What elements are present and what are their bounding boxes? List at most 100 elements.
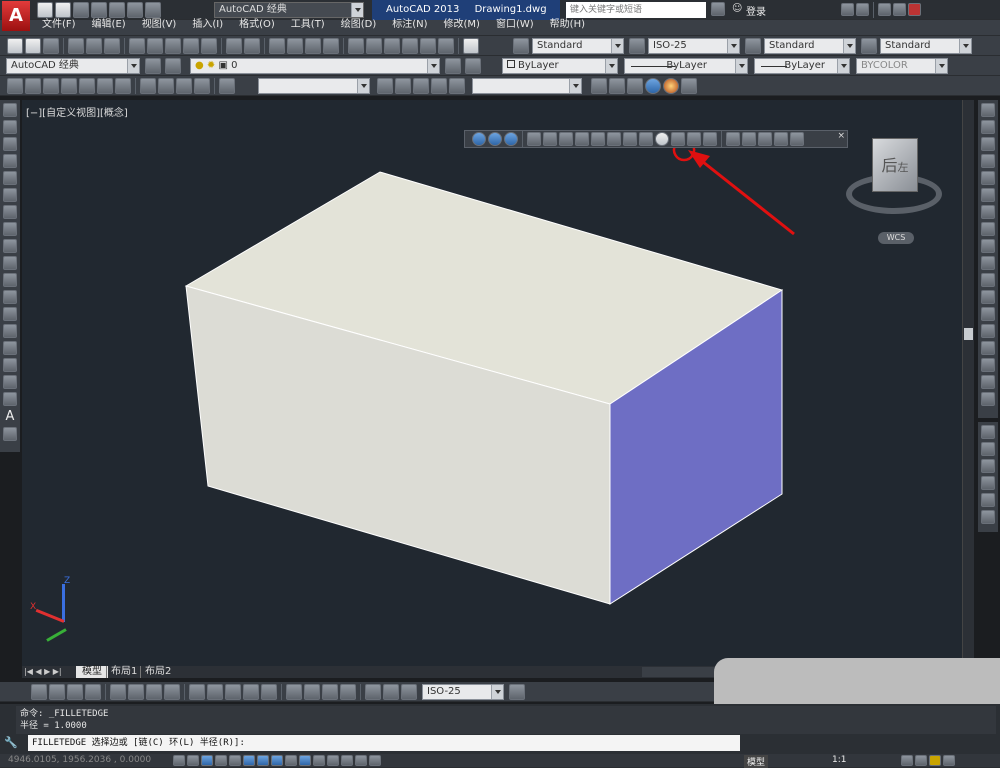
menu-window[interactable]: 窗口(W) xyxy=(488,14,542,36)
dim-style-select[interactable]: ISO-25 xyxy=(648,38,740,54)
check-icon[interactable] xyxy=(790,132,804,146)
layer-properties-icon[interactable] xyxy=(165,58,181,74)
extend-icon[interactable] xyxy=(981,273,995,287)
markup-icon[interactable] xyxy=(420,37,436,54)
dim-update-icon[interactable] xyxy=(401,683,417,700)
lineweight-select[interactable]: ByLayer xyxy=(754,58,850,74)
ducs-icon[interactable] xyxy=(285,755,297,766)
plotstyle-select[interactable]: BYCOLOR xyxy=(856,58,948,74)
login-link[interactable]: 登录 xyxy=(746,3,766,18)
fillet-edge-icon[interactable] xyxy=(655,132,669,146)
zoom-previous-icon[interactable] xyxy=(323,37,339,54)
table-icon[interactable] xyxy=(3,392,17,406)
viewcube[interactable]: 后左 WCS xyxy=(844,128,944,248)
block-editor-icon[interactable] xyxy=(201,37,217,54)
wcs-menu[interactable]: WCS xyxy=(878,232,914,244)
sc-icon[interactable] xyxy=(355,755,367,766)
tool-palettes-icon[interactable] xyxy=(384,37,400,54)
sw-iso-icon[interactable] xyxy=(140,77,156,94)
ortho-icon[interactable] xyxy=(215,755,227,766)
diameter-dim-icon[interactable] xyxy=(146,683,162,700)
drawing-area[interactable]: [−][自定义视图][概念] × 后左 WCS Z X xyxy=(22,100,962,666)
copy-object-icon[interactable] xyxy=(981,120,995,134)
hidden-icon[interactable] xyxy=(627,77,643,94)
menu-edit[interactable]: 编辑(E) xyxy=(84,14,134,36)
zoom-window-icon[interactable] xyxy=(305,37,321,54)
undo-tool-icon[interactable] xyxy=(226,37,242,54)
menu-insert[interactable]: 插入(I) xyxy=(184,14,231,36)
line-icon[interactable] xyxy=(3,103,17,117)
isolate-icon[interactable] xyxy=(929,755,941,766)
quick-dim-icon[interactable] xyxy=(189,683,205,700)
zoom-view-icon[interactable] xyxy=(395,77,411,94)
pan-icon[interactable] xyxy=(269,37,285,54)
left-view-icon[interactable] xyxy=(61,77,77,94)
lwt-icon[interactable] xyxy=(313,755,325,766)
close-icon[interactable] xyxy=(908,3,921,16)
tab-layout1[interactable]: 布局1 xyxy=(106,666,141,678)
qp-icon[interactable] xyxy=(341,755,353,766)
break-icon[interactable] xyxy=(981,307,995,321)
layer-select[interactable]: ● ✹ ▣ 0 xyxy=(190,58,440,74)
clean-screen-icon[interactable] xyxy=(943,755,955,766)
open-file-icon[interactable] xyxy=(25,37,41,54)
menu-modify[interactable]: 修改(M) xyxy=(436,14,488,36)
polyline-icon[interactable] xyxy=(3,137,17,151)
command-line-input[interactable]: FILLETEDGE 选择边或 [链(C) 环(L) 半径(R)]: xyxy=(28,735,740,751)
3d-osnap-icon[interactable] xyxy=(257,755,269,766)
minimize-icon[interactable] xyxy=(878,3,891,16)
cut-icon[interactable] xyxy=(129,37,145,54)
jogged-linear-icon[interactable] xyxy=(340,683,356,700)
otrack-icon[interactable] xyxy=(271,755,283,766)
properties-icon[interactable] xyxy=(348,37,364,54)
osnap-icon[interactable] xyxy=(243,755,255,766)
chamfer-edge-icon[interactable] xyxy=(671,132,685,146)
coordinate-readout[interactable]: 4946.0105, 1956.2036 , 0.0000 xyxy=(8,755,151,765)
copy-edges-icon[interactable] xyxy=(687,132,701,146)
table-style-select[interactable]: Standard xyxy=(764,38,856,54)
inspection-icon[interactable] xyxy=(322,683,338,700)
add-selected-icon[interactable] xyxy=(3,427,17,441)
join-icon[interactable] xyxy=(981,324,995,338)
insert-block-icon[interactable] xyxy=(3,290,17,304)
help-icon[interactable] xyxy=(856,3,869,16)
snap-icon[interactable] xyxy=(187,755,199,766)
chamfer-icon[interactable] xyxy=(981,341,995,355)
dim-style-manager-icon[interactable] xyxy=(509,684,525,700)
model-space-toggle[interactable]: 模型 xyxy=(744,755,769,768)
annotation-scale[interactable]: 1:1 xyxy=(832,755,846,765)
grid-icon[interactable] xyxy=(201,755,213,766)
3d-orbit-icon[interactable] xyxy=(7,77,23,94)
redo-tool-icon[interactable] xyxy=(244,37,260,54)
pan-view-icon[interactable] xyxy=(377,77,393,94)
jogged-dim-icon[interactable] xyxy=(128,683,144,700)
polar-icon[interactable] xyxy=(229,755,241,766)
multileader-style-icon[interactable] xyxy=(861,38,877,54)
preview-icon[interactable] xyxy=(86,37,102,54)
copy-faces-icon[interactable] xyxy=(623,132,637,146)
polygon-icon[interactable] xyxy=(3,154,17,168)
menu-help[interactable]: 帮助(H) xyxy=(542,14,593,36)
send-under-icon[interactable] xyxy=(981,476,995,490)
mirror-icon[interactable] xyxy=(981,137,995,151)
bring-front-icon[interactable] xyxy=(981,425,995,439)
menu-draw[interactable]: 绘图(D) xyxy=(333,14,385,36)
make-current-icon[interactable] xyxy=(445,58,461,74)
menu-tools[interactable]: 工具(T) xyxy=(283,14,333,36)
dyn-icon[interactable] xyxy=(299,755,311,766)
bottom-view-icon[interactable] xyxy=(43,77,59,94)
angular-dim-icon[interactable] xyxy=(164,683,180,700)
rotate-faces-icon[interactable] xyxy=(591,132,605,146)
dim-front-icon[interactable] xyxy=(981,510,995,524)
text-front-icon[interactable] xyxy=(981,493,995,507)
ellipse-arc-icon[interactable] xyxy=(3,273,17,287)
zoom-realtime-icon[interactable] xyxy=(287,37,303,54)
clean-icon[interactable] xyxy=(742,132,756,146)
tab-model[interactable]: 模型 xyxy=(76,666,108,678)
color-edges-icon[interactable] xyxy=(703,132,717,146)
blend-icon[interactable] xyxy=(981,375,995,389)
front-view-icon[interactable] xyxy=(97,77,113,94)
extrude-faces-icon[interactable] xyxy=(527,132,541,146)
move-faces-icon[interactable] xyxy=(543,132,557,146)
hatch-icon[interactable] xyxy=(3,341,17,355)
